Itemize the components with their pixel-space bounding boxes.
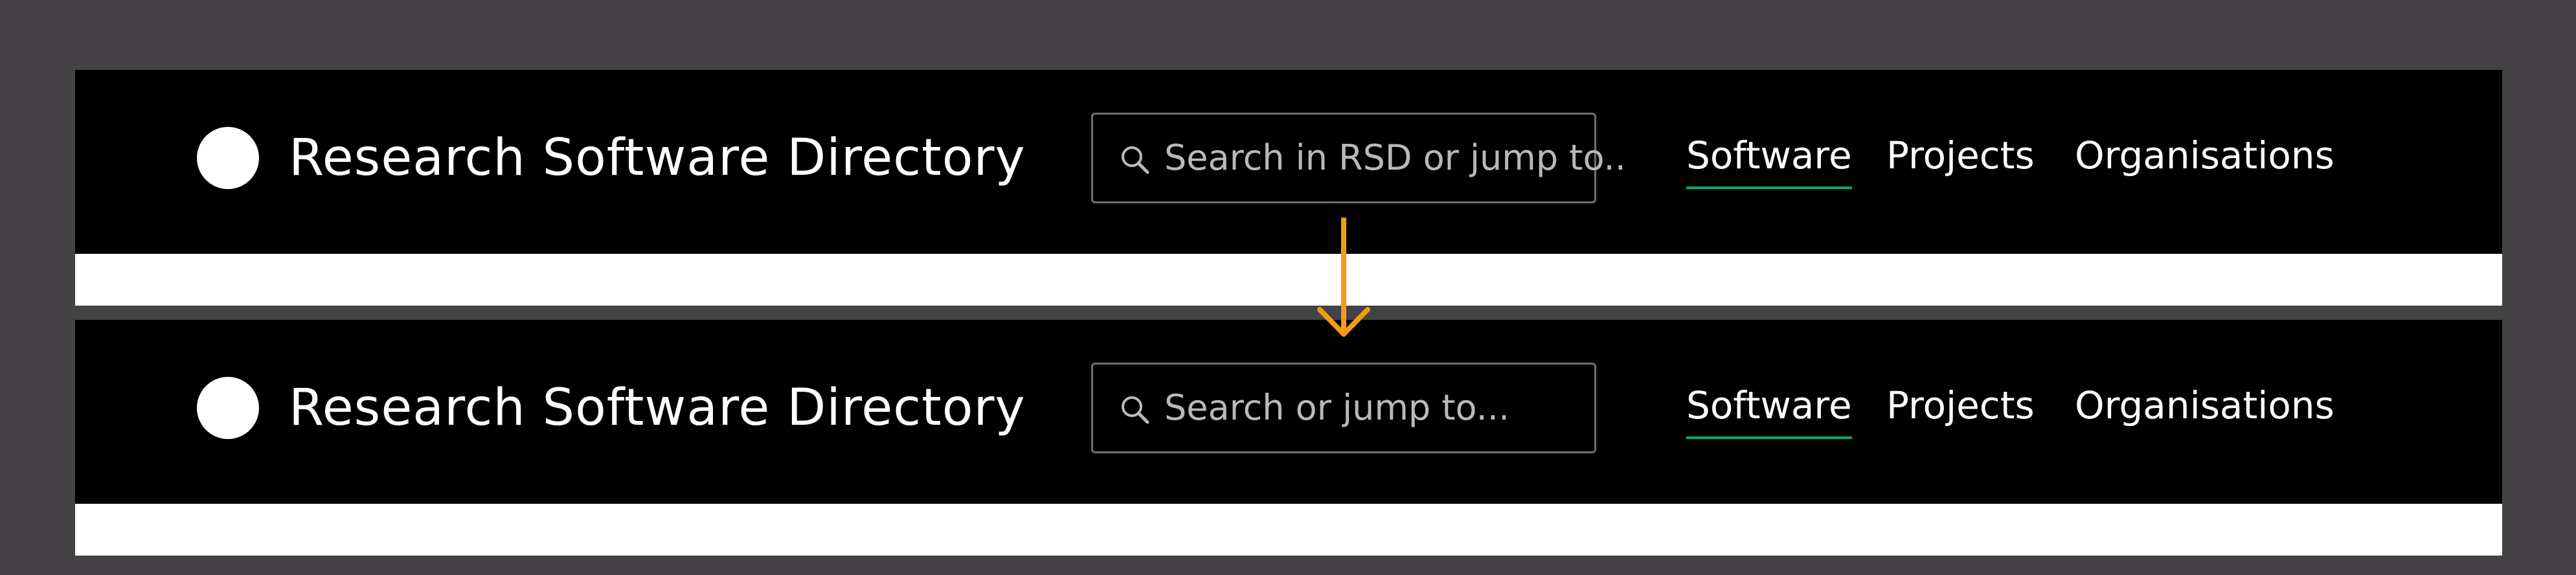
logo-icon[interactable] xyxy=(197,377,259,439)
search-input[interactable]: Search or jump to... xyxy=(1091,363,1596,453)
search-input[interactable]: Search in RSD or jump to.. xyxy=(1091,113,1626,203)
bottom-navbar: Research Software Directory Search or ju… xyxy=(75,320,2502,504)
bottom-navbar-panel: Research Software Directory Search or ju… xyxy=(75,320,2502,556)
nav-link-software[interactable]: Software xyxy=(1686,379,1852,439)
logo-icon[interactable] xyxy=(197,127,259,189)
nav-link-organisations[interactable]: Organisations xyxy=(2075,379,2334,431)
brand-title[interactable]: Research Software Directory xyxy=(289,127,1026,189)
brand-title[interactable]: Research Software Directory xyxy=(289,377,1026,439)
down-arrow-icon xyxy=(1317,218,1370,337)
top-navbar: Research Software Directory Search in RS… xyxy=(75,70,2502,254)
nav-link-projects[interactable]: Projects xyxy=(1886,379,2035,431)
nav-link-projects[interactable]: Projects xyxy=(1886,130,2035,181)
top-navbar-panel: Research Software Directory Search in RS… xyxy=(75,70,2502,306)
search-icon xyxy=(1122,146,1149,174)
nav-link-organisations[interactable]: Organisations xyxy=(2075,130,2334,181)
nav-link-software[interactable]: Software xyxy=(1686,130,1852,189)
search-placeholder-text: Search or jump to... xyxy=(1164,387,1510,428)
search-icon xyxy=(1122,396,1149,424)
search-placeholder-text: Search in RSD or jump to.. xyxy=(1164,137,1626,178)
